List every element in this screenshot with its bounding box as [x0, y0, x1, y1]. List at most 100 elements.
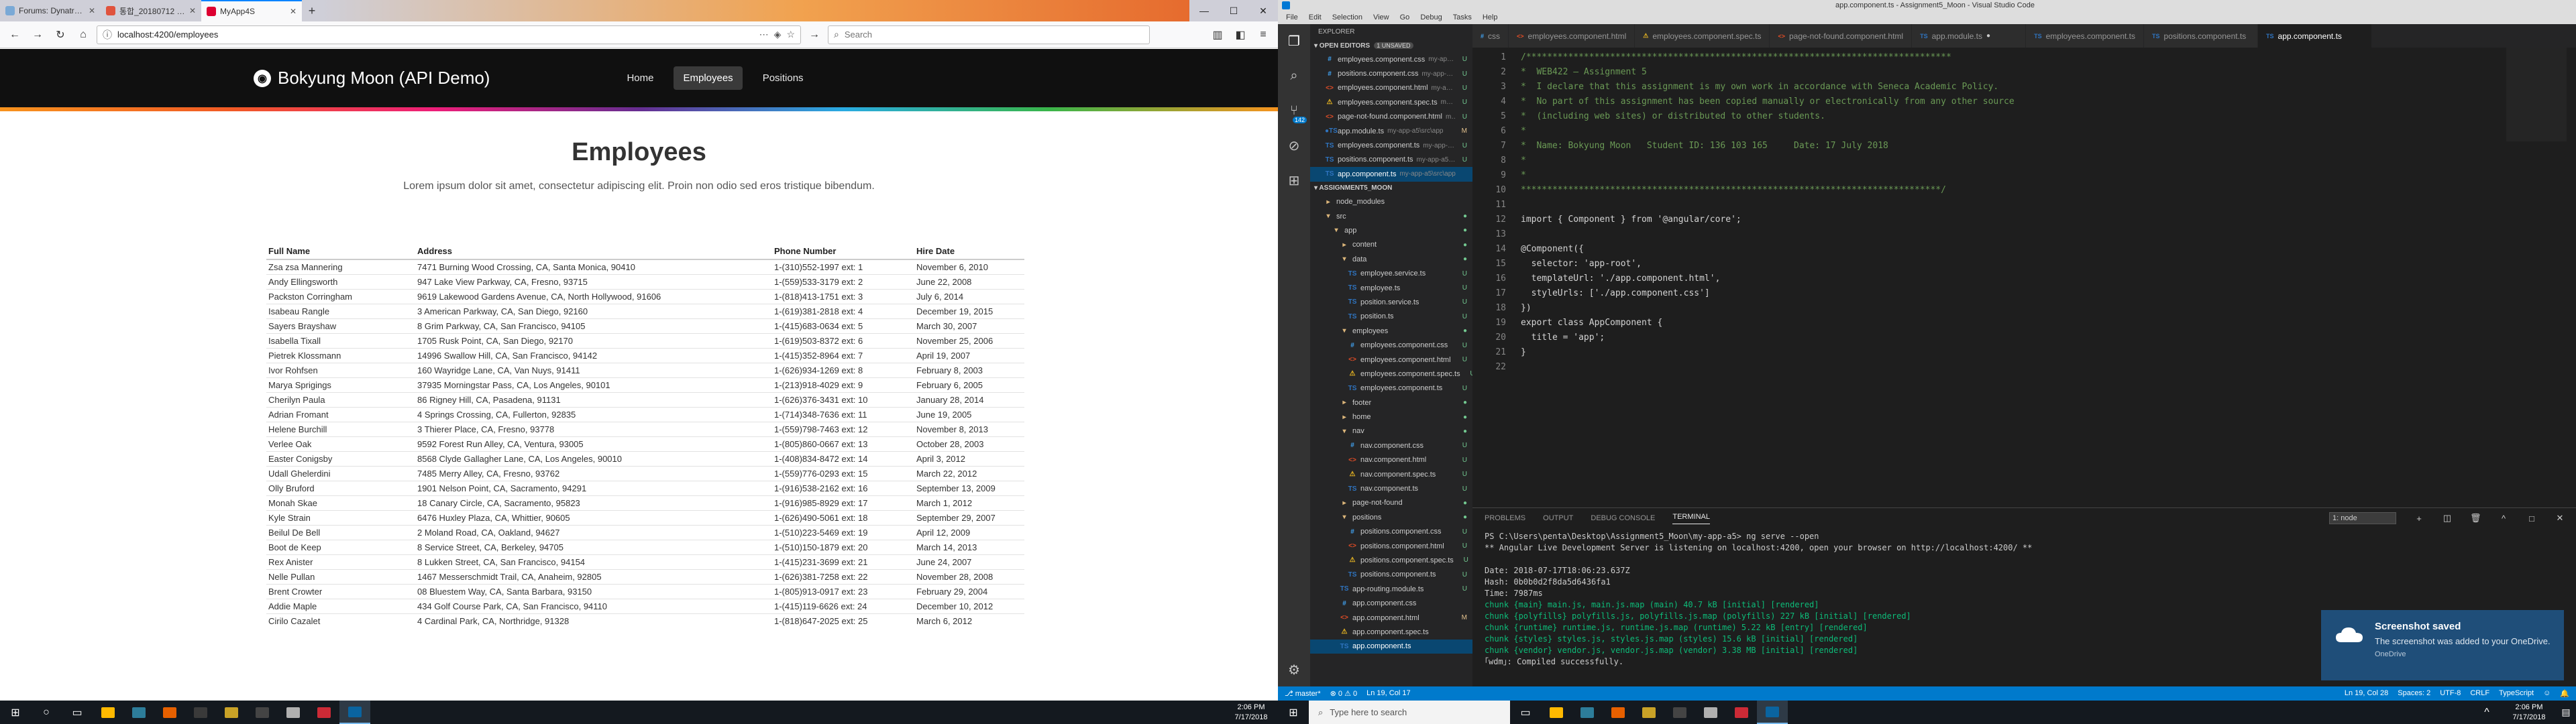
tree-file[interactable]: # nav.component.css U [1310, 438, 1472, 452]
status-item[interactable]: TypeScript [2499, 689, 2534, 698]
menu-item-selection[interactable]: Selection [1332, 13, 1362, 21]
explorer-icon[interactable]: ❐ [1284, 31, 1304, 51]
code-line[interactable] [1521, 360, 2015, 375]
code-line[interactable]: ****************************************… [1521, 183, 2015, 198]
status-item[interactable]: UTF-8 [2440, 689, 2461, 698]
back-icon[interactable]: ← [5, 25, 24, 44]
tree-file[interactable]: TS employees.component.ts U [1310, 381, 1472, 396]
tree-folder[interactable]: ▾ data ● [1310, 252, 1472, 266]
menu-item-help[interactable]: Help [1483, 13, 1498, 21]
panel-tab-debug-console[interactable]: DEBUG CONSOLE [1591, 514, 1655, 522]
cortana-icon[interactable]: ○ [31, 701, 62, 724]
code-line[interactable]: @Component({ [1521, 242, 2015, 257]
debug-icon[interactable]: ⊘ [1284, 135, 1304, 156]
tree-folder[interactable]: ▸ node_modules [1310, 195, 1472, 209]
bookmark-star-icon[interactable]: ☆ [786, 29, 795, 40]
status-item[interactable]: ☺ [2543, 689, 2551, 698]
tree-folder[interactable]: ▾ src ● [1310, 209, 1472, 223]
code-line[interactable]: /***************************************… [1521, 50, 2015, 65]
menu-item-edit[interactable]: Edit [1309, 13, 1322, 21]
site-brand[interactable]: ◉ Bokyung Moon (API Demo) [254, 68, 490, 88]
tree-file[interactable]: # positions.component.css U [1310, 525, 1472, 539]
code-editor[interactable]: 1 2 3 4 5 6 7 8 9 10 11 12 13 14 15 16 17 18 19 20 21 22 /***… [1472, 48, 2576, 507]
tab-close-icon[interactable]: ✕ [189, 6, 196, 15]
tree-file[interactable]: <> positions.component.html U [1310, 539, 1472, 553]
status-item[interactable]: ⎇ master* [1285, 689, 1321, 698]
status-item[interactable]: Ln 19, Col 28 [2345, 689, 2388, 698]
tree-folder[interactable]: ▸ home ● [1310, 410, 1472, 424]
hamburger-menu-icon[interactable]: ≡ [1254, 25, 1273, 44]
tree-file[interactable]: TS position.service.ts U [1310, 295, 1472, 309]
taskbar-clock[interactable]: 2:06 PM 7/17/2018 [1224, 703, 1278, 723]
taskbar-app-icon[interactable] [1603, 701, 1633, 724]
taskbar-app-icon[interactable] [123, 701, 154, 724]
tree-file[interactable]: <> employees.component.html U [1310, 353, 1472, 367]
code-line[interactable]: import { Component } from '@angular/core… [1521, 213, 2015, 227]
new-tab-button[interactable]: + [302, 0, 322, 21]
search-bar[interactable]: ⌕ [828, 25, 1150, 44]
code-line[interactable]: * WEB422 – Assignment 5 [1521, 65, 2015, 80]
task-view-icon[interactable]: ▭ [62, 701, 93, 724]
editor-tab[interactable]: <> page-not-found.component.html [1770, 24, 1913, 48]
status-item[interactable]: Spaces: 2 [2398, 689, 2430, 698]
code-line[interactable]: export class AppComponent { [1521, 316, 2015, 330]
minimize-button[interactable]: — [1189, 0, 1219, 21]
tab-close-icon[interactable]: ✕ [89, 6, 95, 15]
taskbar-app-icon[interactable] [247, 701, 278, 724]
menu-item-file[interactable]: File [1286, 13, 1298, 21]
taskbar-app-icon[interactable] [1572, 701, 1603, 724]
search-icon[interactable]: ⌕ [1284, 66, 1304, 86]
code-line[interactable]: * No part of this assignment has been co… [1521, 95, 2015, 109]
editor-tab[interactable]: TS employees.component.ts [2026, 24, 2144, 48]
system-tray-icon[interactable]: ^ [2471, 701, 2502, 724]
status-item[interactable]: 🔔 [2560, 689, 2569, 698]
code-line[interactable]: }) [1521, 301, 2015, 316]
code-line[interactable]: * [1521, 154, 2015, 168]
tree-folder[interactable]: ▾ employees ● [1310, 324, 1472, 338]
terminal-select[interactable]: 1: node [2329, 512, 2396, 524]
taskbar-app-icon[interactable] [1541, 701, 1572, 724]
firefox-tab-active[interactable]: MyApp4S ✕ [201, 0, 302, 21]
taskbar-app-icon[interactable] [1633, 701, 1664, 724]
tree-file[interactable]: ⚠ employees.component.spec.ts U [1310, 367, 1472, 381]
task-view-icon[interactable]: ▭ [1510, 701, 1541, 724]
code-line[interactable]: } [1521, 345, 2015, 360]
taskbar-app-icon[interactable] [154, 701, 185, 724]
search-input[interactable] [844, 29, 1144, 40]
start-icon[interactable]: ⊞ [1278, 701, 1309, 724]
open-editor-item[interactable]: ⚠ employees.component.spec.tsmy-app-a5\..… [1310, 95, 1472, 109]
nav-link-positions[interactable]: Positions [753, 66, 813, 90]
code-line[interactable]: title = 'app'; [1521, 330, 2015, 345]
code-line[interactable]: * I declare that this assignment is my o… [1521, 80, 2015, 95]
open-editor-item[interactable]: TS positions.component.tsmy-app-a5\src\..… [1310, 153, 1472, 167]
nav-link-employees[interactable]: Employees [674, 66, 743, 90]
library-icon[interactable]: ▥ [1208, 25, 1227, 44]
panel-tab-problems[interactable]: PROBLEMS [1485, 514, 1525, 522]
open-editor-item[interactable]: <> employees.component.htmlmy-app-a5\... U [1310, 81, 1472, 95]
taskbar-app-icon[interactable] [339, 701, 370, 724]
open-editors-section[interactable]: ▾ OPEN EDITORS 1 UNSAVED [1310, 39, 1472, 52]
url-bar[interactable]: ⓘ localhost:4200/employees ⋯ ◈ ☆ [97, 25, 801, 44]
tree-file[interactable]: TS employee.ts U [1310, 281, 1472, 295]
settings-gear-icon[interactable]: ⚙ [1284, 660, 1304, 680]
code-line[interactable]: selector: 'app-root', [1521, 257, 2015, 272]
start-icon[interactable]: ⊞ [0, 701, 31, 724]
menu-item-view[interactable]: View [1373, 13, 1389, 21]
tree-file[interactable]: TS positions.component.ts U [1310, 568, 1472, 582]
editor-tab[interactable]: TS positions.component.ts [2144, 24, 2258, 48]
tree-file[interactable]: TS app.component.ts [1310, 639, 1472, 654]
tree-folder[interactable]: ▾ app ● [1310, 223, 1472, 237]
taskbar-app-icon[interactable] [185, 701, 216, 724]
tree-folder[interactable]: ▾ nav ● [1310, 424, 1472, 438]
editor-tab[interactable]: TS app.module.ts ● [1912, 24, 2027, 48]
tree-folder[interactable]: ▸ content ● [1310, 238, 1472, 252]
editor-tab[interactable]: TS app.component.ts [2258, 24, 2372, 48]
code-line[interactable] [1521, 198, 2015, 213]
open-editor-item[interactable]: TS app.component.ts my-app-a5\src\app [1310, 167, 1472, 182]
taskbar-app-icon[interactable] [1726, 701, 1757, 724]
tree-file[interactable]: TS app-routing.module.ts U [1310, 582, 1472, 596]
open-editor-item[interactable]: TS employees.component.tsmy-app-a5\src\..… [1310, 138, 1472, 152]
menu-item-debug[interactable]: Debug [1420, 13, 1442, 21]
action-center-icon[interactable]: ▤ [2556, 707, 2576, 718]
code-text[interactable]: /***************************************… [1521, 50, 2015, 375]
